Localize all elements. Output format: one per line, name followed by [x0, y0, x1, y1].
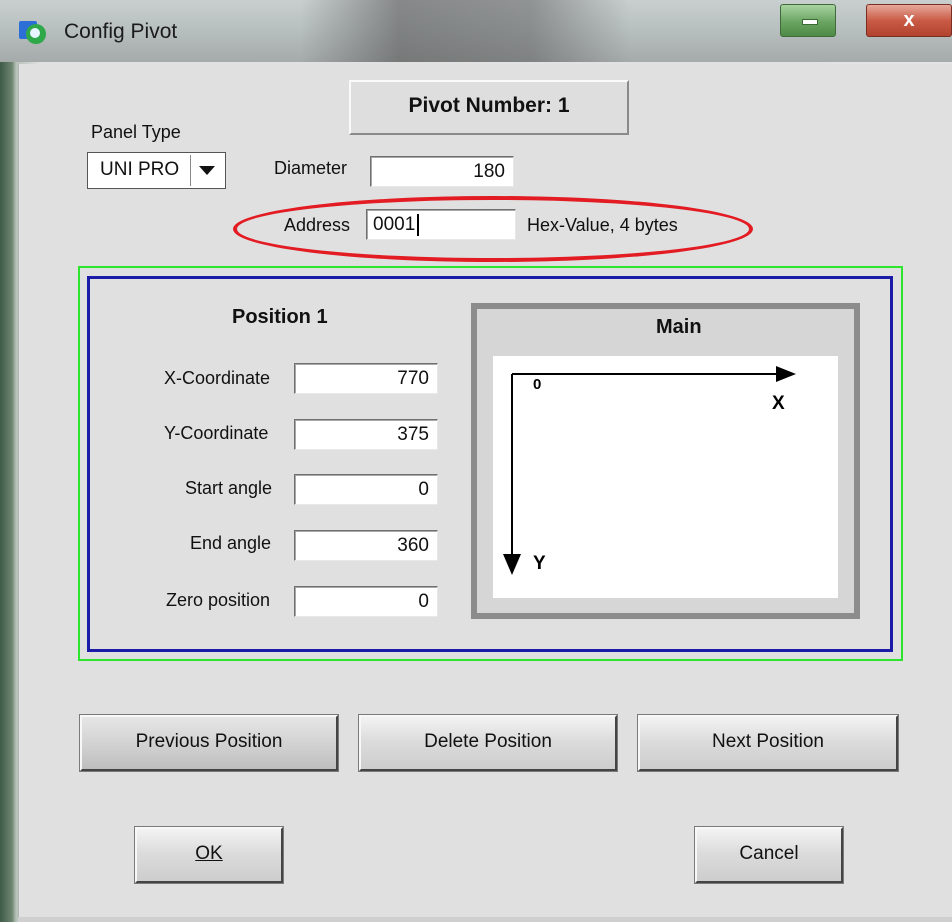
end-angle-field[interactable]: 360 — [294, 530, 438, 561]
axes-diagram: 0 X Y — [503, 366, 796, 575]
x-coordinate-field[interactable]: 770 — [294, 363, 438, 394]
chevron-down-icon[interactable] — [190, 155, 222, 186]
minimize-icon — [802, 19, 818, 25]
panel-type-label: Panel Type — [91, 122, 181, 142]
next-position-button[interactable]: Next Position — [638, 715, 898, 771]
end-angle-label: End angle — [190, 533, 272, 553]
title-bar-shading — [300, 0, 630, 62]
x-coordinate-label: X-Coordinate — [164, 368, 271, 388]
app-icon — [18, 18, 48, 48]
window-bottom-edge — [18, 917, 952, 922]
diameter-label: Diameter — [274, 158, 348, 178]
main-view-canvas[interactable]: 0 X Y — [493, 356, 838, 598]
delete-position-button[interactable]: Delete Position — [359, 715, 617, 771]
previous-position-button[interactable]: Previous Position — [80, 715, 338, 771]
main-view-title: Main — [656, 316, 702, 338]
y-coordinate-field[interactable]: 375 — [294, 419, 438, 450]
cancel-label: Cancel — [739, 843, 799, 864]
y-axis-arrow-icon — [503, 554, 521, 575]
zero-position-label: Zero position — [166, 590, 271, 610]
annotation-ellipse — [233, 196, 753, 262]
start-angle-field[interactable]: 0 — [294, 474, 438, 505]
y-coordinate-label: Y-Coordinate — [164, 423, 269, 443]
position-title: Position 1 — [232, 306, 328, 328]
window-title: Config Pivot — [64, 20, 178, 43]
start-angle-label: Start angle — [185, 478, 273, 498]
pivot-number-button[interactable]: Pivot Number: 1 — [349, 80, 629, 135]
panel-type-dropdown[interactable]: UNI PRO — [87, 152, 226, 189]
diameter-field[interactable]: 180 — [370, 156, 514, 187]
zero-position-field[interactable]: 0 — [294, 586, 438, 617]
x-axis-label: X — [772, 393, 785, 414]
y-axis-label: Y — [533, 553, 546, 574]
ok-label: OK — [195, 843, 223, 864]
close-button[interactable]: x — [866, 4, 952, 37]
panel-type-selected: UNI PRO — [100, 159, 180, 180]
x-axis-arrow-stem — [776, 370, 784, 378]
minimize-button[interactable] — [780, 4, 836, 37]
origin-label: 0 — [533, 376, 541, 393]
cancel-button[interactable]: Cancel — [695, 827, 843, 883]
ok-button[interactable]: OK — [135, 827, 283, 883]
